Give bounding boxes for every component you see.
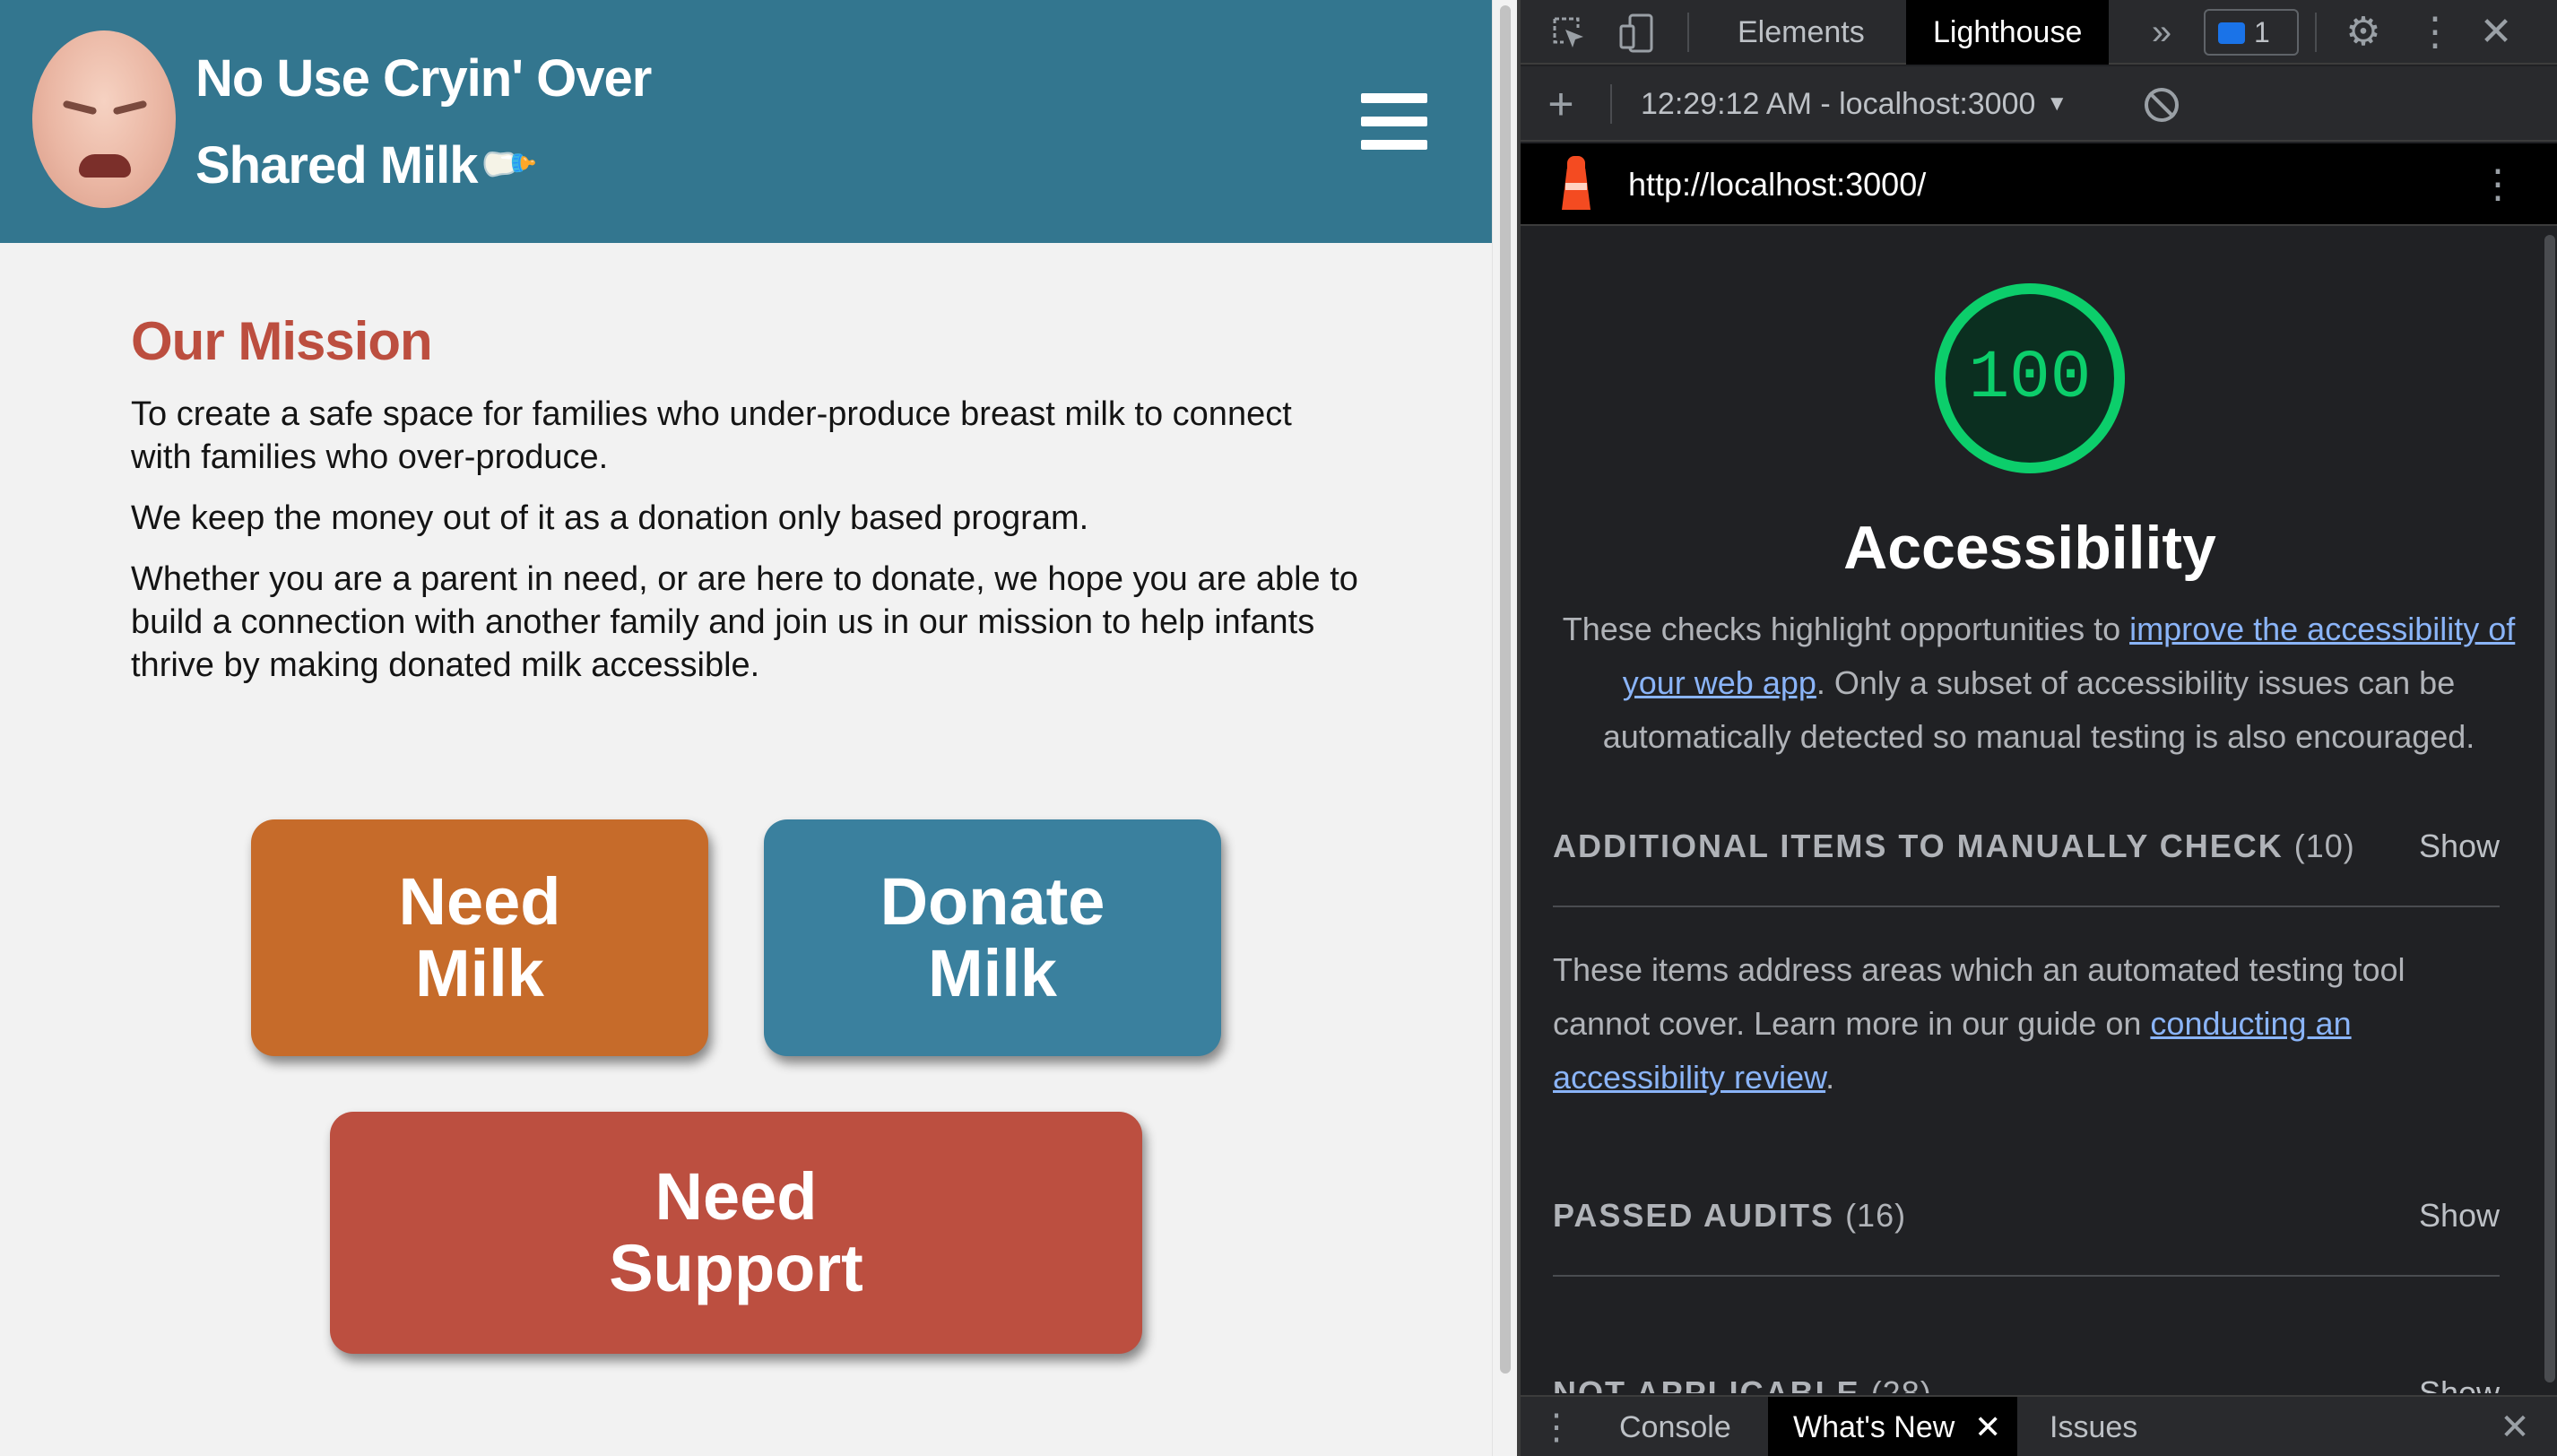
site-title[interactable]: No Use Cryin' Over Shared Milk🍼 — [195, 36, 662, 209]
group-title: NOT APPLICABLE — [1553, 1374, 1860, 1393]
drawer-tab-issues[interactable]: Issues — [2024, 1397, 2163, 1456]
message-icon — [2218, 22, 2245, 44]
need-support-button[interactable]: Need Support — [330, 1112, 1142, 1354]
logo-eye-right — [112, 100, 148, 116]
clear-reports-icon[interactable] — [2145, 88, 2179, 122]
toolbar-divider — [2315, 13, 2317, 52]
site-title-line1: No Use Cryin' Over — [195, 49, 652, 108]
logo-eye-left — [62, 100, 98, 116]
description-text: These checks highlight opportunities to — [1562, 611, 2130, 647]
crying-baby-logo[interactable] — [32, 30, 176, 208]
mission-paragraph: To create a safe space for families who … — [131, 395, 1292, 476]
manual-checks-description: These items address areas which an autom… — [1553, 943, 2503, 1105]
score-value: 100 — [1968, 340, 2092, 417]
show-toggle[interactable]: Show — [2419, 819, 2500, 873]
report-scrollbar-thumb[interactable] — [2544, 235, 2555, 1382]
issues-count: 1 — [2254, 16, 2270, 48]
report-selector-value: 12:29:12 AM - localhost:3000 — [1641, 87, 2036, 121]
report-url-bar: http://localhost:3000/ ⋮ — [1521, 143, 2557, 226]
page-scrollbar-thumb[interactable] — [1500, 5, 1511, 1374]
donate-milk-label: Donate Milk — [880, 864, 1105, 1010]
group-title: PASSED AUDITS — [1553, 1197, 1835, 1234]
drawer-tab-console[interactable]: Console — [1594, 1397, 1756, 1456]
hamburger-menu-icon[interactable] — [1361, 93, 1427, 151]
drawer-menu-kebab-icon[interactable]: ⋮ — [1539, 1397, 1574, 1456]
manual-checks-group-header[interactable]: ADDITIONAL ITEMS TO MANUALLY CHECK (10) … — [1553, 819, 2500, 873]
mission-paragraph: We keep the money out of it as a donatio… — [131, 499, 1089, 537]
baby-bottle-icon: 🍼 — [472, 132, 539, 197]
new-report-plus-icon[interactable]: + — [1539, 66, 1583, 142]
passed-audits-group-header[interactable]: PASSED AUDITS (16) Show — [1553, 1189, 2500, 1243]
category-description: These checks highlight opportunities to … — [1556, 602, 2521, 764]
lighthouse-logo-icon — [1560, 156, 1592, 210]
group-count: (10) — [2293, 828, 2355, 864]
report-scrollbar[interactable] — [2543, 228, 2557, 1393]
report-selector[interactable]: 12:29:12 AM - localhost:3000 ▼ — [1641, 66, 2067, 142]
dropdown-caret-icon: ▼ — [2046, 91, 2068, 116]
issues-counter-button[interactable]: 1 — [2204, 9, 2299, 56]
devtools-tab-bar: Elements Lighthouse » 1 ⚙ ⋮ ✕ — [1521, 0, 2557, 65]
inspect-element-icon[interactable] — [1546, 0, 1592, 65]
drawer-tab-bar: ⋮ Console What's New ✕ Issues ✕ — [1521, 1395, 2557, 1456]
hamburger-bar — [1361, 93, 1427, 103]
logo-mouth — [79, 154, 131, 178]
group-count: (16) — [1845, 1197, 1907, 1234]
group-count: (28) — [1870, 1374, 1932, 1393]
group-divider — [1553, 906, 2500, 907]
site-header: No Use Cryin' Over Shared Milk🍼 — [0, 0, 1492, 243]
drawer-tab-whats-new[interactable]: What's New ✕ — [1768, 1397, 2018, 1456]
close-devtools-icon[interactable]: ✕ — [2469, 0, 2523, 65]
not-applicable-group-header[interactable]: NOT APPLICABLE (28) Show — [1553, 1366, 2500, 1393]
settings-gear-icon[interactable]: ⚙ — [2336, 0, 2390, 65]
hamburger-bar — [1361, 117, 1427, 126]
group-divider — [1553, 1275, 2500, 1277]
hamburger-bar — [1361, 140, 1427, 150]
more-tabs-chevron-icon[interactable]: » — [2139, 0, 2184, 65]
tab-lighthouse[interactable]: Lighthouse — [1906, 0, 2110, 65]
group-title: ADDITIONAL ITEMS TO MANUALLY CHECK — [1553, 828, 2284, 864]
page-scrollbar[interactable] — [1492, 0, 1517, 1456]
drawer-tab-label: What's New — [1793, 1410, 1955, 1444]
donate-milk-button[interactable]: Donate Milk — [764, 819, 1221, 1056]
report-options-kebab-icon[interactable]: ⋮ — [2478, 143, 2518, 226]
customize-kebab-icon[interactable]: ⋮ — [2415, 0, 2455, 65]
site-title-line2: Shared Milk — [195, 136, 479, 195]
need-milk-button[interactable]: Need Milk — [251, 819, 708, 1056]
toolbar-divider — [1610, 84, 1612, 124]
toolbar-divider — [1687, 13, 1689, 52]
lighthouse-toolbar: + 12:29:12 AM - localhost:3000 ▼ — [1521, 66, 2557, 142]
lighthouse-report: 100 Accessibility These checks highlight… — [1521, 228, 2557, 1393]
mission-paragraph: Whether you are a parent in need, or are… — [131, 560, 1358, 684]
website-viewport: No Use Cryin' Over Shared Milk🍼 Our Miss… — [0, 0, 1492, 1456]
report-url[interactable]: http://localhost:3000/ — [1628, 143, 1926, 226]
tab-elements[interactable]: Elements — [1711, 0, 1892, 65]
need-milk-label: Need Milk — [398, 864, 561, 1010]
devtools-panel: Elements Lighthouse » 1 ⚙ ⋮ ✕ + 12:29:12… — [1521, 0, 2557, 1456]
mission-heading: Our Mission — [131, 311, 433, 371]
manual-description-text: . — [1825, 1059, 1835, 1096]
show-toggle[interactable]: Show — [2419, 1366, 2500, 1393]
category-title: Accessibility — [1843, 514, 2216, 582]
show-toggle[interactable]: Show — [2419, 1189, 2500, 1243]
close-tab-icon[interactable]: ✕ — [1974, 1397, 2001, 1456]
need-support-label: Need Support — [609, 1159, 863, 1305]
close-drawer-icon[interactable]: ✕ — [2492, 1397, 2537, 1456]
device-toolbar-icon[interactable] — [1614, 0, 1660, 65]
